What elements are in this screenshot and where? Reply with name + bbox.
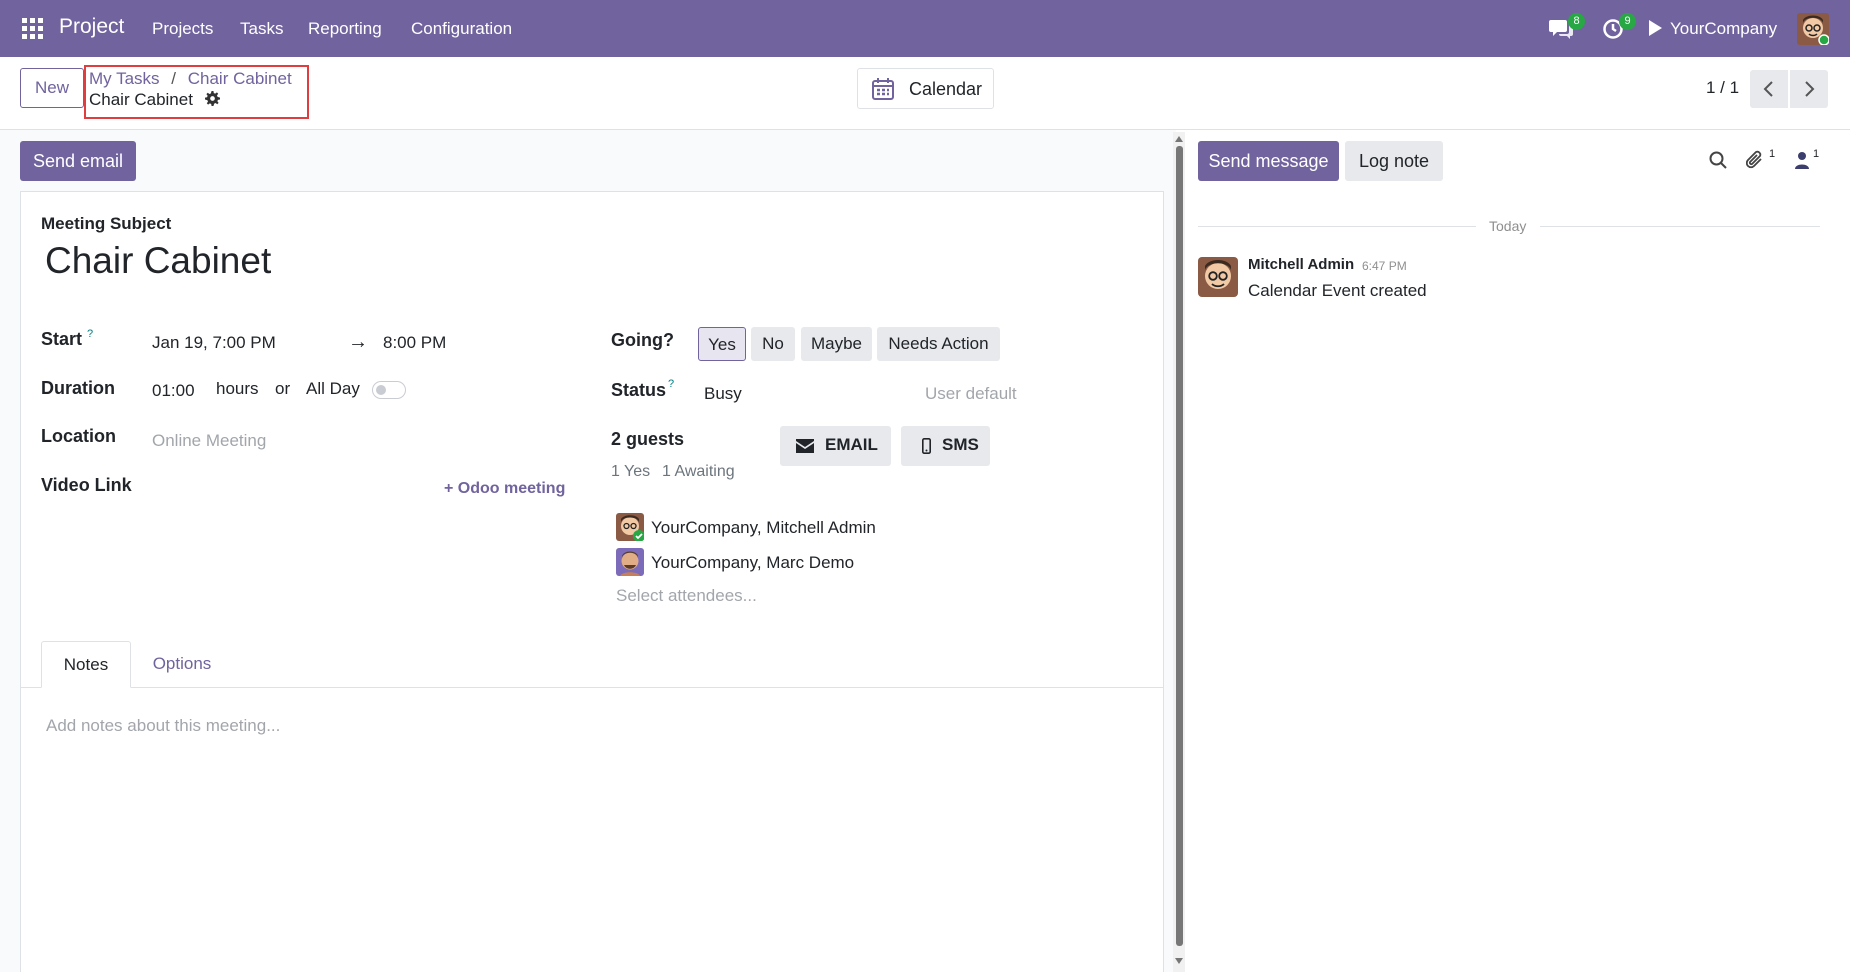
select-attendees-input[interactable]: Select attendees... (616, 586, 757, 606)
paperclip-icon[interactable] (1746, 150, 1764, 170)
form-sheet (20, 191, 1164, 972)
odoo-meeting-button[interactable]: + Odoo meeting (444, 480, 565, 498)
start-label: Start (41, 329, 83, 349)
followers-count: 1 (1813, 148, 1820, 160)
duration-input[interactable]: 01:00 (152, 381, 195, 401)
company-switcher[interactable]: YourCompany (1670, 19, 1777, 39)
guests-count: 2 guests (611, 429, 685, 449)
email-guests-button[interactable]: EMAIL (780, 426, 891, 466)
message-author[interactable]: Mitchell Admin (1248, 256, 1354, 273)
status-help-icon[interactable]: ? (668, 378, 674, 390)
subject-input[interactable]: Chair Cabinet (45, 240, 271, 282)
pager-value[interactable]: 1 / 1 (1706, 78, 1739, 98)
tab-notes[interactable]: Notes (41, 641, 131, 688)
location-label: Location (41, 426, 116, 446)
app-menu-icon[interactable] (22, 18, 44, 40)
message-time: 6:47 PM (1362, 259, 1407, 273)
log-note-button[interactable]: Log note (1345, 141, 1443, 181)
plus-icon: + (444, 480, 454, 497)
search-icon[interactable] (1709, 151, 1727, 169)
new-button[interactable]: New (20, 68, 84, 108)
attendee-name[interactable]: YourCompany, Marc Demo (651, 553, 854, 573)
date-separator: Today (1489, 218, 1527, 234)
menu-reporting[interactable]: Reporting (308, 19, 382, 39)
arrow-right-icon: → (348, 331, 368, 353)
breadcrumb-separator: / (171, 69, 177, 88)
start-help-icon[interactable]: ? (87, 328, 93, 340)
scroll-down-arrow-icon[interactable] (1175, 958, 1183, 964)
sms-guests-button[interactable]: SMS (901, 426, 990, 466)
message-body: Calendar Event created (1248, 281, 1427, 300)
date-separator-line (1198, 226, 1476, 227)
message-author-avatar[interactable] (1198, 257, 1238, 297)
pager-previous-button[interactable] (1750, 70, 1788, 108)
attendee-avatar (616, 548, 644, 576)
guests-awaiting: 1 Awaiting (662, 463, 735, 480)
app-name[interactable]: Project (59, 15, 124, 39)
start-datetime-input[interactable]: Jan 19, 7:00 PM (152, 333, 276, 353)
going-no-button[interactable]: No (751, 327, 795, 361)
hours-label: hours (216, 379, 259, 398)
play-icon[interactable] (1648, 20, 1662, 36)
allday-toggle[interactable] (372, 381, 406, 399)
tab-options[interactable]: Options (140, 641, 224, 688)
menu-tasks[interactable]: Tasks (240, 19, 283, 39)
going-yes-button[interactable]: Yes (698, 327, 746, 361)
top-navbar: Project Projects Tasks Reporting Configu… (0, 0, 1850, 57)
duration-label: Duration (41, 378, 115, 398)
sms-label: SMS (942, 435, 979, 454)
scrollbar-thumb[interactable] (1176, 146, 1183, 946)
going-maybe-button[interactable]: Maybe (801, 327, 872, 361)
date-separator-line (1540, 226, 1820, 227)
scroll-up-arrow-icon[interactable] (1175, 136, 1183, 142)
mobile-icon (922, 438, 931, 454)
envelope-icon (796, 439, 814, 453)
stop-datetime-input[interactable]: 8:00 PM (383, 333, 446, 353)
guests-yes: 1 Yes (611, 463, 651, 480)
record-title: Chair Cabinet (89, 90, 193, 109)
or-label: or (275, 379, 291, 398)
odoo-meeting-label: Odoo meeting (457, 480, 566, 497)
attendee-avatar (616, 513, 644, 541)
attachments-count: 1 (1769, 148, 1776, 160)
subject-label: Meeting Subject (41, 214, 172, 233)
allday-label: All Day (306, 379, 360, 398)
send-message-button[interactable]: Send message (1198, 141, 1339, 181)
notes-editor[interactable]: Add notes about this meeting... (46, 716, 280, 736)
going-needs-action-button[interactable]: Needs Action (877, 327, 1000, 361)
going-label: Going? (611, 330, 674, 350)
calendar-icon (871, 77, 895, 101)
video-link-label: Video Link (41, 475, 132, 495)
menu-projects[interactable]: Projects (152, 19, 213, 39)
status-label: Status (611, 380, 667, 400)
send-email-button[interactable]: Send email (20, 141, 136, 181)
menu-configuration[interactable]: Configuration (411, 19, 512, 39)
messages-badge: 8 (1568, 13, 1585, 30)
email-label: EMAIL (825, 435, 878, 454)
status-select[interactable]: Busy (704, 384, 742, 404)
calendar-label: Calendar (909, 79, 983, 99)
activities-badge: 9 (1619, 13, 1636, 30)
gear-icon[interactable] (205, 91, 220, 106)
breadcrumb-my-tasks[interactable]: My Tasks (89, 69, 160, 88)
user-avatar[interactable] (1797, 13, 1829, 45)
attendee-name[interactable]: YourCompany, Mitchell Admin (651, 518, 876, 538)
calendar-button[interactable]: Calendar (857, 68, 994, 109)
location-input[interactable]: Online Meeting (152, 431, 266, 451)
status-default-placeholder[interactable]: User default (925, 384, 1017, 404)
pager-next-button[interactable] (1790, 70, 1828, 108)
followers-icon[interactable] (1794, 151, 1810, 169)
breadcrumb-chair-cabinet[interactable]: Chair Cabinet (188, 69, 292, 88)
breadcrumb: My Tasks / Chair Cabinet (89, 69, 292, 89)
